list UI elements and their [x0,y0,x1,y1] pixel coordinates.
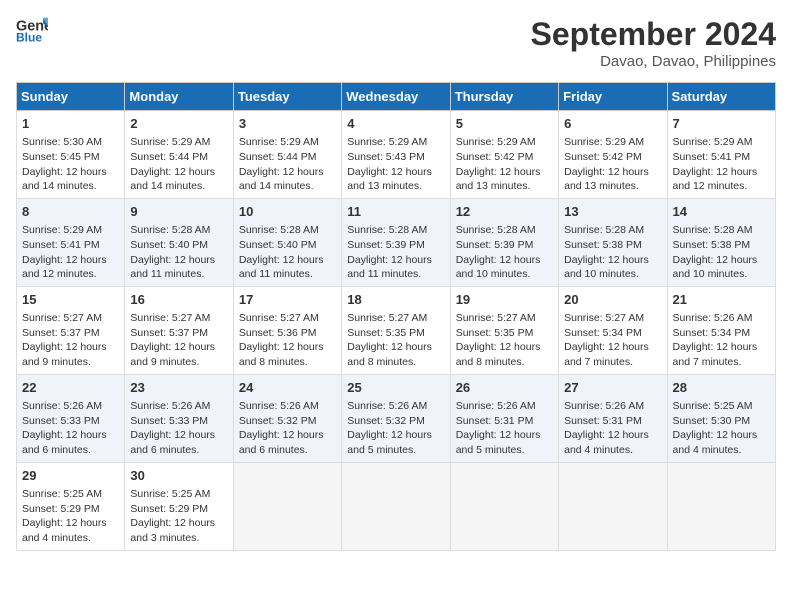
calendar-day: 20Sunrise: 5:27 AMSunset: 5:34 PMDayligh… [559,286,667,374]
calendar-row: 15Sunrise: 5:27 AMSunset: 5:37 PMDayligh… [17,286,776,374]
calendar-day: 17Sunrise: 5:27 AMSunset: 5:36 PMDayligh… [233,286,341,374]
calendar-day: 2Sunrise: 5:29 AMSunset: 5:44 PMDaylight… [125,111,233,199]
location-title: Davao, Davao, Philippines [531,53,776,70]
header-tuesday: Tuesday [233,83,341,111]
calendar-row: 1Sunrise: 5:30 AMSunset: 5:45 PMDaylight… [17,111,776,199]
calendar-day: 19Sunrise: 5:27 AMSunset: 5:35 PMDayligh… [450,286,558,374]
calendar-day: 3Sunrise: 5:29 AMSunset: 5:44 PMDaylight… [233,111,341,199]
calendar-day: 8Sunrise: 5:29 AMSunset: 5:41 PMDaylight… [17,198,125,286]
title-area: September 2024 Davao, Davao, Philippines [531,16,776,70]
calendar-day: 13Sunrise: 5:28 AMSunset: 5:38 PMDayligh… [559,198,667,286]
calendar-empty [233,462,341,550]
month-title: September 2024 [531,16,776,53]
calendar-day: 11Sunrise: 5:28 AMSunset: 5:39 PMDayligh… [342,198,450,286]
logo: General Blue [16,16,48,44]
calendar-day: 21Sunrise: 5:26 AMSunset: 5:34 PMDayligh… [667,286,775,374]
calendar-day: 18Sunrise: 5:27 AMSunset: 5:35 PMDayligh… [342,286,450,374]
header-sunday: Sunday [17,83,125,111]
calendar-table: Sunday Monday Tuesday Wednesday Thursday… [16,82,776,551]
calendar-day: 16Sunrise: 5:27 AMSunset: 5:37 PMDayligh… [125,286,233,374]
calendar-day: 9Sunrise: 5:28 AMSunset: 5:40 PMDaylight… [125,198,233,286]
calendar-day: 22Sunrise: 5:26 AMSunset: 5:33 PMDayligh… [17,374,125,462]
calendar-row: 22Sunrise: 5:26 AMSunset: 5:33 PMDayligh… [17,374,776,462]
calendar-day: 10Sunrise: 5:28 AMSunset: 5:40 PMDayligh… [233,198,341,286]
header-friday: Friday [559,83,667,111]
header-row: Sunday Monday Tuesday Wednesday Thursday… [17,83,776,111]
calendar-day: 15Sunrise: 5:27 AMSunset: 5:37 PMDayligh… [17,286,125,374]
header-thursday: Thursday [450,83,558,111]
calendar-day: 6Sunrise: 5:29 AMSunset: 5:42 PMDaylight… [559,111,667,199]
page-header: General Blue September 2024 Davao, Davao… [16,16,776,70]
calendar-row: 8Sunrise: 5:29 AMSunset: 5:41 PMDaylight… [17,198,776,286]
calendar-day: 12Sunrise: 5:28 AMSunset: 5:39 PMDayligh… [450,198,558,286]
calendar-day: 30Sunrise: 5:25 AMSunset: 5:29 PMDayligh… [125,462,233,550]
calendar-day: 26Sunrise: 5:26 AMSunset: 5:31 PMDayligh… [450,374,558,462]
calendar-day: 7Sunrise: 5:29 AMSunset: 5:41 PMDaylight… [667,111,775,199]
header-saturday: Saturday [667,83,775,111]
logo-icon: General Blue [16,16,48,44]
calendar-empty [342,462,450,550]
header-wednesday: Wednesday [342,83,450,111]
calendar-day: 27Sunrise: 5:26 AMSunset: 5:31 PMDayligh… [559,374,667,462]
header-monday: Monday [125,83,233,111]
calendar-day: 25Sunrise: 5:26 AMSunset: 5:32 PMDayligh… [342,374,450,462]
svg-text:Blue: Blue [16,31,42,44]
calendar-day: 14Sunrise: 5:28 AMSunset: 5:38 PMDayligh… [667,198,775,286]
calendar-day: 5Sunrise: 5:29 AMSunset: 5:42 PMDaylight… [450,111,558,199]
calendar-empty [667,462,775,550]
calendar-empty [559,462,667,550]
calendar-day: 4Sunrise: 5:29 AMSunset: 5:43 PMDaylight… [342,111,450,199]
calendar-day: 1Sunrise: 5:30 AMSunset: 5:45 PMDaylight… [17,111,125,199]
calendar-day: 24Sunrise: 5:26 AMSunset: 5:32 PMDayligh… [233,374,341,462]
calendar-day: 28Sunrise: 5:25 AMSunset: 5:30 PMDayligh… [667,374,775,462]
calendar-day: 23Sunrise: 5:26 AMSunset: 5:33 PMDayligh… [125,374,233,462]
calendar-day: 29Sunrise: 5:25 AMSunset: 5:29 PMDayligh… [17,462,125,550]
calendar-empty [450,462,558,550]
calendar-row: 29Sunrise: 5:25 AMSunset: 5:29 PMDayligh… [17,462,776,550]
